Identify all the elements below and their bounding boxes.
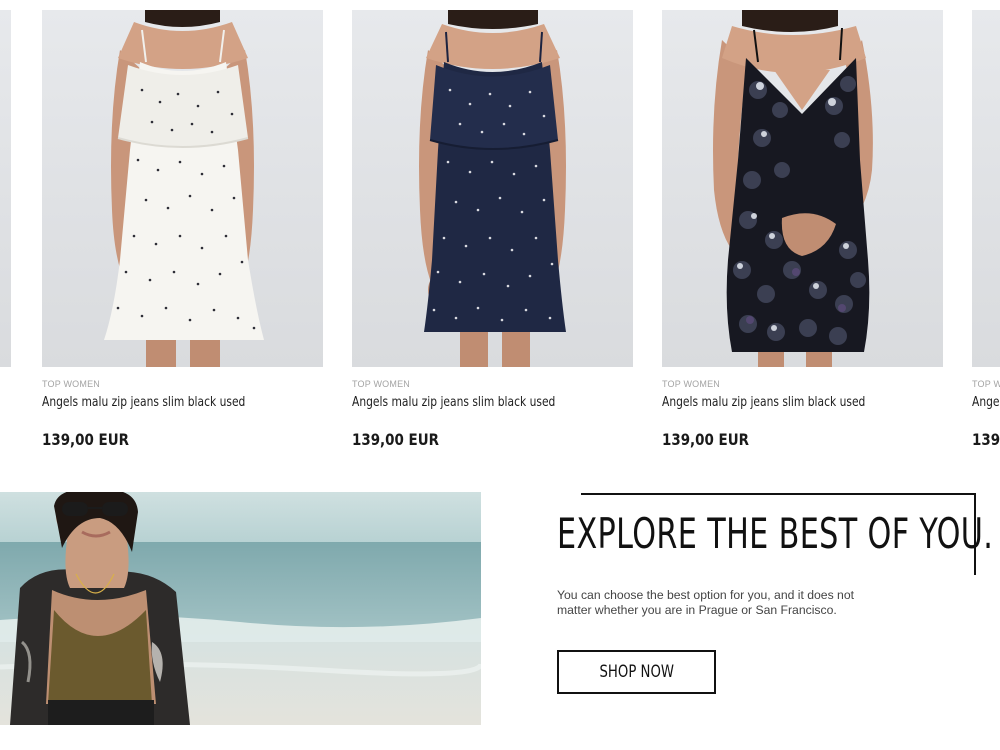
shop-now-label: SHOP NOW: [599, 662, 674, 682]
banner-description: You can choose the best option for you, …: [557, 588, 855, 617]
product-image[interactable]: [662, 10, 943, 367]
product-name-link[interactable]: Angels malu zip jeans slim black used: [42, 395, 245, 410]
product-price: 139,00 EUR: [662, 430, 749, 449]
product-category: TOP WOMEN: [352, 379, 410, 389]
product-section: TOP WOMEN Angels malu zip jeans slim bla…: [0, 0, 1000, 750]
banner-image: [0, 492, 481, 725]
banner-headline: EXPLORE THE BEST OF YOU.: [557, 509, 994, 558]
shop-now-button[interactable]: SHOP NOW: [557, 650, 716, 694]
product-image[interactable]: [0, 10, 11, 367]
product-price: 139,00 EUR: [352, 430, 439, 449]
product-price: 139,00 EUR: [42, 430, 129, 449]
product-category: TOP WOMEN: [972, 379, 1000, 389]
product-name-link[interactable]: Angels malu zip jeans slim black used: [352, 395, 555, 410]
headline-frame-top: [581, 493, 976, 495]
product-image[interactable]: [972, 10, 1000, 367]
product-name-link[interactable]: Angels malu zip jeans slim black used: [972, 395, 1000, 410]
product-image[interactable]: [352, 10, 633, 367]
product-name-link[interactable]: Angels malu zip jeans slim black used: [662, 395, 865, 410]
product-category: TOP WOMEN: [42, 379, 100, 389]
product-price: 139,00 EUR: [972, 430, 1000, 449]
product-category: TOP WOMEN: [662, 379, 720, 389]
product-image[interactable]: [42, 10, 323, 367]
